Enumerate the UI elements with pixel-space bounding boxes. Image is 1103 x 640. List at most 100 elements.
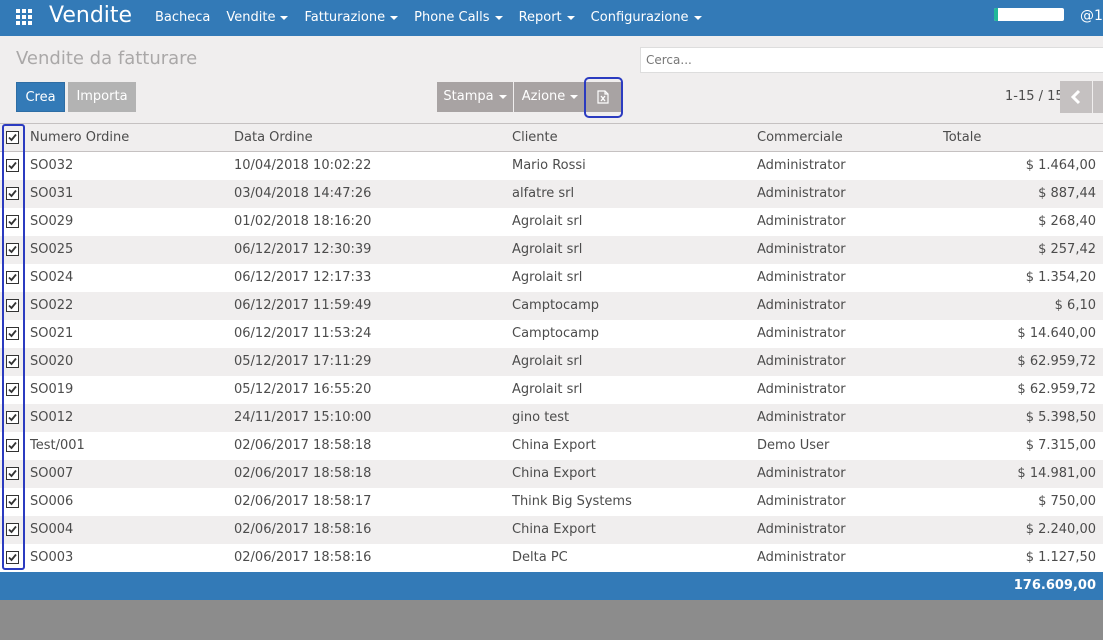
cell-order-date: 02/06/2017 18:58:18: [234, 466, 372, 481]
table-row[interactable]: SO020 05/12/2017 17:11:29 Agrolait srl Admi…: [0, 348, 1103, 376]
pager-previous-button[interactable]: [1060, 81, 1092, 113]
table-row[interactable]: SO022 06/12/2017 11:59:49 Camptocamp Admini…: [0, 292, 1103, 320]
menu-item-fatturazione[interactable]: Fatturazione: [296, 0, 406, 36]
cell-customer: Agrolait srl: [512, 214, 583, 229]
cell-order-date: 01/02/2018 18:16:20: [234, 214, 372, 229]
cell-customer: Camptocamp: [512, 298, 600, 313]
table-row[interactable]: SO031 03/04/2018 14:47:26 alfatre srl Admin…: [0, 180, 1103, 208]
control-panel: Vendite da fatturare Crea Importa Stampa…: [0, 36, 1103, 124]
column-header-total[interactable]: Totale: [943, 124, 981, 152]
menu-item-label: Bacheca: [155, 10, 211, 25]
cell-customer: alfatre srl: [512, 186, 575, 201]
cell-customer: China Export: [512, 438, 596, 453]
cell-salesperson: Administrator: [757, 270, 846, 285]
table-row[interactable]: SO025 06/12/2017 12:30:39 Agrolait srl Admi…: [0, 236, 1103, 264]
cell-order-number: SO031: [30, 186, 74, 201]
cell-order-number: SO029: [30, 214, 74, 229]
import-button[interactable]: Importa: [68, 82, 136, 112]
table-row[interactable]: SO024 06/12/2017 12:17:33 Agrolait srl Admi…: [0, 264, 1103, 292]
cell-order-number: SO007: [30, 466, 74, 481]
cell-order-date: 02/06/2017 18:58:16: [234, 522, 372, 537]
print-label: Stampa: [443, 89, 494, 104]
menu-item-label: Report: [518, 10, 562, 25]
cell-salesperson: Administrator: [757, 158, 846, 173]
cell-total: $ 1.464,00: [1025, 158, 1096, 173]
main-menu: Bacheca Vendite Fatturazione Phone Calls Rep…: [147, 0, 710, 36]
table-row[interactable]: SO004 02/06/2017 18:58:16 China Export Admi…: [0, 516, 1103, 544]
cell-order-number: SO022: [30, 298, 74, 313]
menu-item-label: Vendite: [226, 10, 276, 25]
cell-customer: Agrolait srl: [512, 354, 583, 369]
cell-order-date: 03/04/2018 14:47:26: [234, 186, 372, 201]
cell-total: $ 62.959,72: [1017, 382, 1096, 397]
cell-customer: Think Big Systems: [512, 494, 632, 509]
cell-order-number: SO024: [30, 270, 74, 285]
table-row[interactable]: SO007 02/06/2017 18:58:18 China Export Admi…: [0, 460, 1103, 488]
table-row[interactable]: Test/001 02/06/2017 18:58:18 China Export D…: [0, 432, 1103, 460]
cell-salesperson: Administrator: [757, 550, 846, 565]
table-header: Numero Ordine Data Ordine Cliente Commer…: [0, 123, 1103, 152]
column-header-salesperson[interactable]: Commerciale: [757, 124, 843, 152]
cell-order-date: 02/06/2017 18:58:16: [234, 550, 372, 565]
menu-item-bacheca[interactable]: Bacheca: [147, 0, 218, 36]
chevron-down-icon: [566, 15, 575, 20]
cell-salesperson: Administrator: [757, 326, 846, 341]
table-row[interactable]: SO021 06/12/2017 11:53:24 Camptocamp Admini…: [0, 320, 1103, 348]
cell-customer: Agrolait srl: [512, 382, 583, 397]
cell-customer: China Export: [512, 522, 596, 537]
cell-order-number: SO003: [30, 550, 74, 565]
apps-grid-icon[interactable]: [16, 9, 33, 26]
chevron-down-icon: [390, 15, 399, 20]
table-row[interactable]: SO032 10/04/2018 10:02:22 Mario Rossi Admin…: [0, 152, 1103, 180]
cell-total: $ 1.354,20: [1025, 270, 1096, 285]
cell-salesperson: Administrator: [757, 494, 846, 509]
menu-item-report[interactable]: Report: [511, 0, 583, 36]
cell-customer: Mario Rossi: [512, 158, 586, 173]
cell-order-date: 05/12/2017 16:55:20: [234, 382, 372, 397]
cell-order-number: SO021: [30, 326, 74, 341]
cell-total: $ 14.981,00: [1017, 466, 1096, 481]
column-header-date[interactable]: Data Ordine: [234, 124, 313, 152]
cell-total: $ 2.240,00: [1025, 522, 1096, 537]
annotation-highlight-box: [584, 77, 623, 118]
cell-salesperson: Administrator: [757, 186, 846, 201]
cell-salesperson: Administrator: [757, 354, 846, 369]
chevron-down-icon: [280, 15, 289, 20]
table-footer: 176.609,00: [0, 572, 1103, 600]
user-menu[interactable]: @1: [1080, 6, 1103, 26]
menu-item-configurazione[interactable]: Configurazione: [583, 0, 710, 36]
cell-salesperson: Administrator: [757, 298, 846, 313]
cell-order-date: 02/06/2017 18:58:17: [234, 494, 372, 509]
cell-salesperson: Demo User: [757, 438, 830, 453]
cell-order-date: 06/12/2017 11:53:24: [234, 326, 372, 341]
cell-total: $ 257,42: [1038, 242, 1096, 257]
cell-salesperson: Administrator: [757, 410, 846, 425]
column-header-number[interactable]: Numero Ordine: [30, 124, 129, 152]
action-label: Azione: [521, 89, 566, 104]
search-input[interactable]: [640, 47, 1103, 73]
systray-progress-bar[interactable]: [994, 8, 1064, 21]
table-row[interactable]: SO019 05/12/2017 16:55:20 Agrolait srl Admi…: [0, 376, 1103, 404]
cell-order-date: 24/11/2017 15:10:00: [234, 410, 372, 425]
create-button[interactable]: Crea: [16, 82, 65, 112]
cell-total: $ 6,10: [1054, 298, 1096, 313]
cell-total: $ 268,40: [1038, 214, 1096, 229]
action-dropdown-button[interactable]: Azione: [514, 82, 586, 112]
menu-item-vendite[interactable]: Vendite: [218, 0, 296, 36]
table-row[interactable]: SO012 24/11/2017 15:10:00 gino test Adminis…: [0, 404, 1103, 432]
cell-salesperson: Administrator: [757, 382, 846, 397]
column-header-customer[interactable]: Cliente: [512, 124, 558, 152]
cell-order-number: SO004: [30, 522, 74, 537]
cell-salesperson: Administrator: [757, 522, 846, 537]
menu-item-label: Fatturazione: [304, 10, 386, 25]
table-row[interactable]: SO006 02/06/2017 18:58:17 Think Big System…: [0, 488, 1103, 516]
table-row[interactable]: SO003 02/06/2017 18:58:16 Delta PC Administ…: [0, 544, 1103, 572]
cell-total: $ 750,00: [1038, 494, 1096, 509]
cell-order-date: 06/12/2017 12:30:39: [234, 242, 372, 257]
table-row[interactable]: SO029 01/02/2018 18:16:20 Agrolait srl Admi…: [0, 208, 1103, 236]
cell-customer: China Export: [512, 466, 596, 481]
menu-item-phone-calls[interactable]: Phone Calls: [406, 0, 510, 36]
pager-next-button[interactable]: [1093, 81, 1103, 113]
pager-value[interactable]: 1-15 / 15: [1005, 89, 1064, 105]
print-dropdown-button[interactable]: Stampa: [437, 82, 513, 112]
